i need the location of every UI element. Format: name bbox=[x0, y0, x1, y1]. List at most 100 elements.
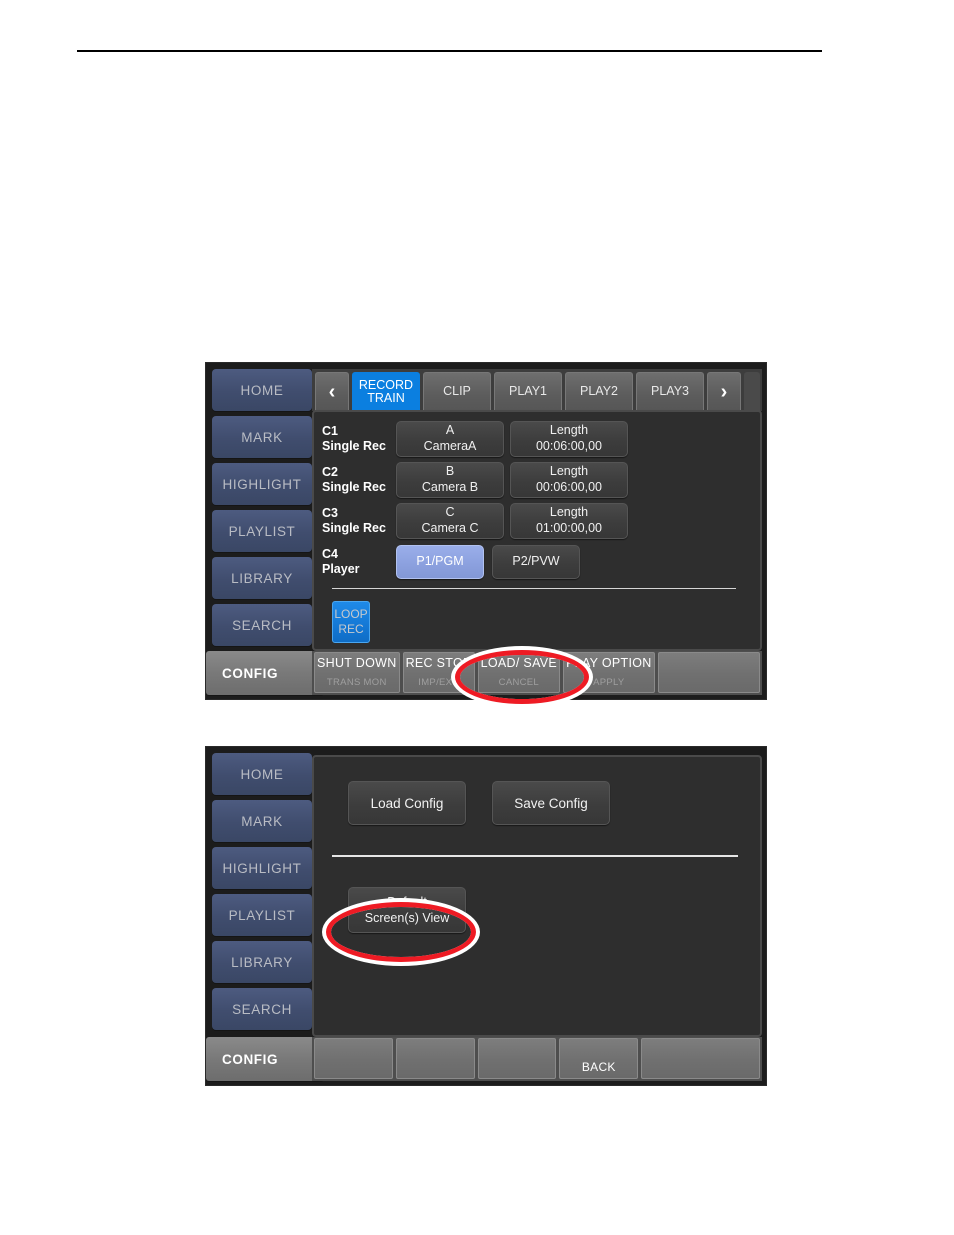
sidebar-item-config[interactable]: CONFIG bbox=[206, 651, 324, 695]
tab-next-arrow-icon[interactable]: › bbox=[707, 372, 741, 411]
player-button-label: P2/PVW bbox=[512, 554, 560, 569]
softkey-empty-2[interactable] bbox=[395, 1038, 475, 1079]
softkey-primary-label: SHUT DOWN bbox=[317, 656, 397, 670]
loop-rec-button[interactable]: LOOP REC bbox=[332, 601, 370, 643]
save-config-button[interactable]: Save Config bbox=[492, 781, 610, 825]
sidebar-item-home[interactable]: HOME bbox=[212, 753, 312, 795]
sidebar-item-library[interactable]: LIBRARY bbox=[212, 941, 312, 983]
tab-label: PLAY3 bbox=[651, 384, 689, 399]
channel-source-button-c1[interactable]: A CameraA bbox=[396, 421, 504, 457]
softkey-secondary-label: CANCEL bbox=[498, 677, 540, 688]
sidebar-item-playlist[interactable]: PLAYLIST bbox=[212, 894, 312, 936]
panel-one-screen: ‹ RECORD TRAIN CLIP PLAY1 PLAY2 PLAY3 › bbox=[312, 369, 762, 695]
source-letter: C bbox=[445, 505, 455, 520]
table-row: C1 Single Rec A CameraA Length 00:06:00,… bbox=[322, 419, 760, 459]
default-screens-view-button[interactable]: Default Screen(s) View bbox=[348, 887, 466, 933]
tab-play3[interactable]: PLAY3 bbox=[636, 372, 704, 411]
channel-source-button-c3[interactable]: C Camera C bbox=[396, 503, 504, 539]
loop-rec-label-line1: LOOP bbox=[334, 607, 368, 621]
sidebar-item-config[interactable]: CONFIG bbox=[206, 1037, 324, 1081]
soft-key-bar: SHUT DOWN TRANS MON REC STOP IMP/EXP LOA… bbox=[312, 651, 762, 695]
length-value: 01:00:00,00 bbox=[535, 521, 603, 535]
sidebar-item-label: HIGHLIGHT bbox=[222, 860, 302, 876]
panel-two-sidebar: HOME MARK HIGHLIGHT PLAYLIST LIBRARY SEA… bbox=[206, 753, 324, 1081]
sidebar-item-label: HIGHLIGHT bbox=[222, 476, 302, 492]
channel-list: C1 Single Rec A CameraA Length 00:06:00,… bbox=[314, 412, 760, 582]
channel-source-button-c2[interactable]: B Camera B bbox=[396, 462, 504, 498]
source-name: CameraA bbox=[423, 439, 477, 453]
channel-mode: Single Rec bbox=[322, 480, 386, 494]
sidebar-item-mark[interactable]: MARK bbox=[212, 416, 312, 458]
softkey-primary-label: REC STOP bbox=[405, 656, 472, 670]
sidebar-item-mark[interactable]: MARK bbox=[212, 800, 312, 842]
softkey-secondary-label: APPLY bbox=[593, 677, 625, 688]
softkey-shut-down[interactable]: SHUT DOWN TRANS MON bbox=[314, 652, 400, 693]
sidebar-item-label: MARK bbox=[241, 429, 283, 445]
sidebar-item-playlist[interactable]: PLAYLIST bbox=[212, 510, 312, 552]
config-button-row: Load Config Save Config bbox=[314, 757, 760, 825]
sidebar-item-label: CONFIG bbox=[222, 1051, 279, 1067]
tab-record-train[interactable]: RECORD TRAIN bbox=[352, 372, 420, 411]
document-page: HOME MARK HIGHLIGHT PLAYLIST LIBRARY SEA… bbox=[0, 0, 954, 1235]
table-row: C3 Single Rec C Camera C Length 01:00:00… bbox=[322, 501, 760, 541]
channel-length-button-c1[interactable]: Length 00:06:00,00 bbox=[510, 421, 628, 457]
sidebar-item-label: HOME bbox=[240, 382, 284, 398]
load-config-button[interactable]: Load Config bbox=[348, 781, 466, 825]
softkey-back[interactable]: BACK bbox=[559, 1038, 639, 1079]
source-name: Camera B bbox=[421, 480, 479, 494]
sidebar-item-library[interactable]: LIBRARY bbox=[212, 557, 312, 599]
softkey-play-option[interactable]: PLAY OPTION APPLY bbox=[563, 652, 655, 693]
sidebar-item-label: LIBRARY bbox=[231, 954, 293, 970]
softkey-primary-label: LOAD/ SAVE bbox=[480, 656, 558, 670]
device-screen-record-train: HOME MARK HIGHLIGHT PLAYLIST LIBRARY SEA… bbox=[205, 362, 767, 700]
tab-clip[interactable]: CLIP bbox=[423, 372, 491, 411]
channel-mode: Single Rec bbox=[322, 521, 386, 535]
page-header-rule bbox=[77, 50, 822, 52]
sidebar-item-label: SEARCH bbox=[232, 1001, 292, 1017]
channel-mode: Single Rec bbox=[322, 439, 386, 453]
sidebar-item-highlight[interactable]: HIGHLIGHT bbox=[212, 463, 312, 505]
softkey-rec-stop[interactable]: REC STOP IMP/EXP bbox=[402, 652, 475, 693]
softkey-secondary-label: IMP/EXP bbox=[418, 677, 459, 688]
softkey-empty-1[interactable] bbox=[314, 1038, 393, 1079]
length-caption: Length bbox=[549, 423, 589, 438]
sidebar-item-search[interactable]: SEARCH bbox=[212, 988, 312, 1030]
channel-id-label: C4 Player bbox=[322, 547, 396, 578]
channel-mode: Player bbox=[322, 562, 360, 576]
channel-length-button-c3[interactable]: Length 01:00:00,00 bbox=[510, 503, 628, 539]
panel-one-sidebar: HOME MARK HIGHLIGHT PLAYLIST LIBRARY SEA… bbox=[206, 369, 324, 695]
source-letter: A bbox=[445, 423, 455, 438]
softkey-load-save[interactable]: LOAD/ SAVE CANCEL bbox=[477, 652, 561, 693]
default-view-label-line1: Default bbox=[387, 895, 427, 909]
player-button-p2-pvw[interactable]: P2/PVW bbox=[492, 545, 580, 579]
table-row: C2 Single Rec B Camera B Length 00:06:00… bbox=[322, 460, 760, 500]
tab-label: PLAY1 bbox=[509, 384, 547, 399]
load-save-canvas: Load Config Save Config Default Screen(s… bbox=[312, 755, 762, 1037]
tab-prev-arrow-icon[interactable]: ‹ bbox=[315, 372, 349, 411]
save-config-label: Save Config bbox=[514, 795, 588, 811]
sidebar-item-home[interactable]: HOME bbox=[212, 369, 312, 411]
softkey-secondary-label: BACK bbox=[581, 1060, 616, 1074]
sidebar-item-label: CONFIG bbox=[222, 665, 279, 681]
loop-rec-area: LOOP REC bbox=[314, 589, 760, 643]
sidebar-item-label: PLAYLIST bbox=[228, 907, 296, 923]
record-train-canvas: C1 Single Rec A CameraA Length 00:06:00,… bbox=[312, 410, 762, 651]
player-button-p1-pgm[interactable]: P1/PGM bbox=[396, 545, 484, 579]
softkey-empty-3[interactable] bbox=[477, 1038, 557, 1079]
load-config-label: Load Config bbox=[370, 795, 444, 811]
channel-length-button-c2[interactable]: Length 00:06:00,00 bbox=[510, 462, 628, 498]
sidebar-item-highlight[interactable]: HIGHLIGHT bbox=[212, 847, 312, 889]
sidebar-item-label: MARK bbox=[241, 813, 283, 829]
softkey-empty[interactable] bbox=[657, 652, 760, 693]
source-letter: B bbox=[445, 464, 455, 479]
tab-bar: ‹ RECORD TRAIN CLIP PLAY1 PLAY2 PLAY3 › bbox=[312, 369, 762, 411]
tab-play2[interactable]: PLAY2 bbox=[565, 372, 633, 411]
tab-bar-spacer bbox=[744, 372, 760, 411]
sidebar-item-label: HOME bbox=[240, 766, 284, 782]
length-caption: Length bbox=[549, 505, 589, 520]
soft-key-bar: BACK bbox=[312, 1037, 762, 1081]
sidebar-item-label: LIBRARY bbox=[231, 570, 293, 586]
sidebar-item-search[interactable]: SEARCH bbox=[212, 604, 312, 646]
tab-play1[interactable]: PLAY1 bbox=[494, 372, 562, 411]
softkey-empty-4[interactable] bbox=[641, 1038, 761, 1079]
